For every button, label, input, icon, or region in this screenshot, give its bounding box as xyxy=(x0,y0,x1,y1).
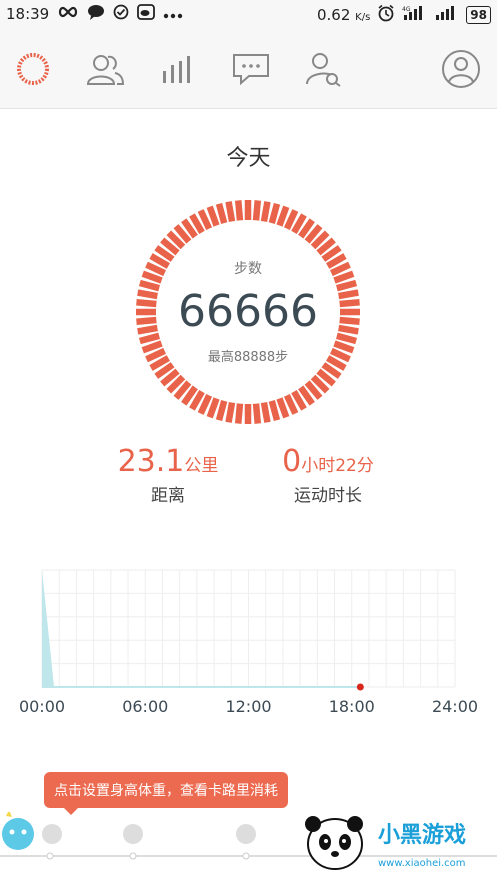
duration-hours: 0 xyxy=(282,444,302,479)
activity-ring-icon[interactable] xyxy=(12,48,54,90)
ring-tick xyxy=(252,403,261,424)
ring-tick xyxy=(225,402,236,423)
chat-bubble-icon xyxy=(87,4,105,24)
duration-stat: 0小时22分 运动时长 xyxy=(258,444,398,506)
ring-tick xyxy=(268,400,281,422)
duration-minutes: 22 xyxy=(335,456,357,476)
ring-tick xyxy=(276,205,290,227)
steps-value: 66666 xyxy=(178,286,318,337)
duration-minutes-unit: 分 xyxy=(356,456,374,476)
x-tick-label: 12:00 xyxy=(225,697,271,716)
x-tick-label: 24:00 xyxy=(432,697,478,716)
ring-tick xyxy=(215,202,228,224)
status-time: 18:39 xyxy=(6,5,50,23)
status-bar: 18:39 0.62 K/s 4G 98 xyxy=(0,0,497,28)
svg-text:4G: 4G xyxy=(402,6,411,13)
weibo-icon xyxy=(137,4,156,24)
ring-tick xyxy=(206,397,220,419)
ring-tick xyxy=(235,200,244,221)
duration-hours-unit: 小时 xyxy=(301,456,336,476)
current-time-marker xyxy=(356,683,364,691)
timeline-drink-icon xyxy=(236,824,256,860)
network-speed: 0.62 K/s xyxy=(316,6,371,24)
user-search-icon[interactable] xyxy=(302,48,344,90)
distance-value: 23.1 xyxy=(117,444,185,479)
signal-4g-icon: 4G xyxy=(402,5,428,25)
ring-tick xyxy=(260,402,271,423)
distance-unit: 公里 xyxy=(184,456,219,476)
ring-tick xyxy=(276,397,290,419)
ring-tick xyxy=(225,201,236,222)
activity-chart: 00:00 06:00 12:00 18:00 24:00 xyxy=(19,569,478,716)
stats-icon[interactable] xyxy=(156,48,198,90)
panda-logo xyxy=(305,816,363,870)
x-tick-label: 06:00 xyxy=(122,697,168,716)
friends-icon[interactable] xyxy=(84,48,126,90)
set-height-weight-tooltip[interactable]: 点击设置身高体重，查看卡路里消耗 xyxy=(44,772,288,815)
top-nav xyxy=(0,28,497,109)
duration-label: 运动时长 xyxy=(294,486,362,506)
ring-tick xyxy=(268,202,281,224)
x-tick-label: 00:00 xyxy=(19,697,65,716)
timeline-food-icon xyxy=(123,824,143,860)
distance-label: 距离 xyxy=(151,486,185,506)
steps-label: 步数 xyxy=(234,261,262,277)
messages-icon[interactable] xyxy=(230,48,272,90)
page-title: 今天 xyxy=(226,146,271,171)
signal-icon xyxy=(435,5,459,25)
timeline-marker-icon xyxy=(42,824,62,860)
x-tick-label: 18:00 xyxy=(329,697,375,716)
ring-tick xyxy=(235,403,244,424)
watermark-brand: 小黑游戏 xyxy=(378,822,466,848)
activity-area xyxy=(42,570,361,687)
bottom-timeline: 小黑游戏 www.xiaohei.com xyxy=(0,812,497,870)
ring-tick xyxy=(215,400,228,422)
alarm-icon xyxy=(377,4,395,26)
check-circle-icon xyxy=(113,4,129,24)
ring-tick xyxy=(252,200,261,221)
best-steps: 最高88888步 xyxy=(207,350,289,365)
distance-stat: 23.1公里 距离 xyxy=(98,444,238,506)
watermark-url: www.xiaohei.com xyxy=(378,858,466,869)
battery-icon: 98 xyxy=(466,6,491,24)
mascot-icon xyxy=(2,812,34,850)
profile-icon[interactable] xyxy=(440,48,482,90)
infinity-icon xyxy=(57,5,79,23)
ring-tick xyxy=(260,201,271,222)
ring-tick xyxy=(206,205,220,227)
more-dots-icon xyxy=(163,5,183,23)
